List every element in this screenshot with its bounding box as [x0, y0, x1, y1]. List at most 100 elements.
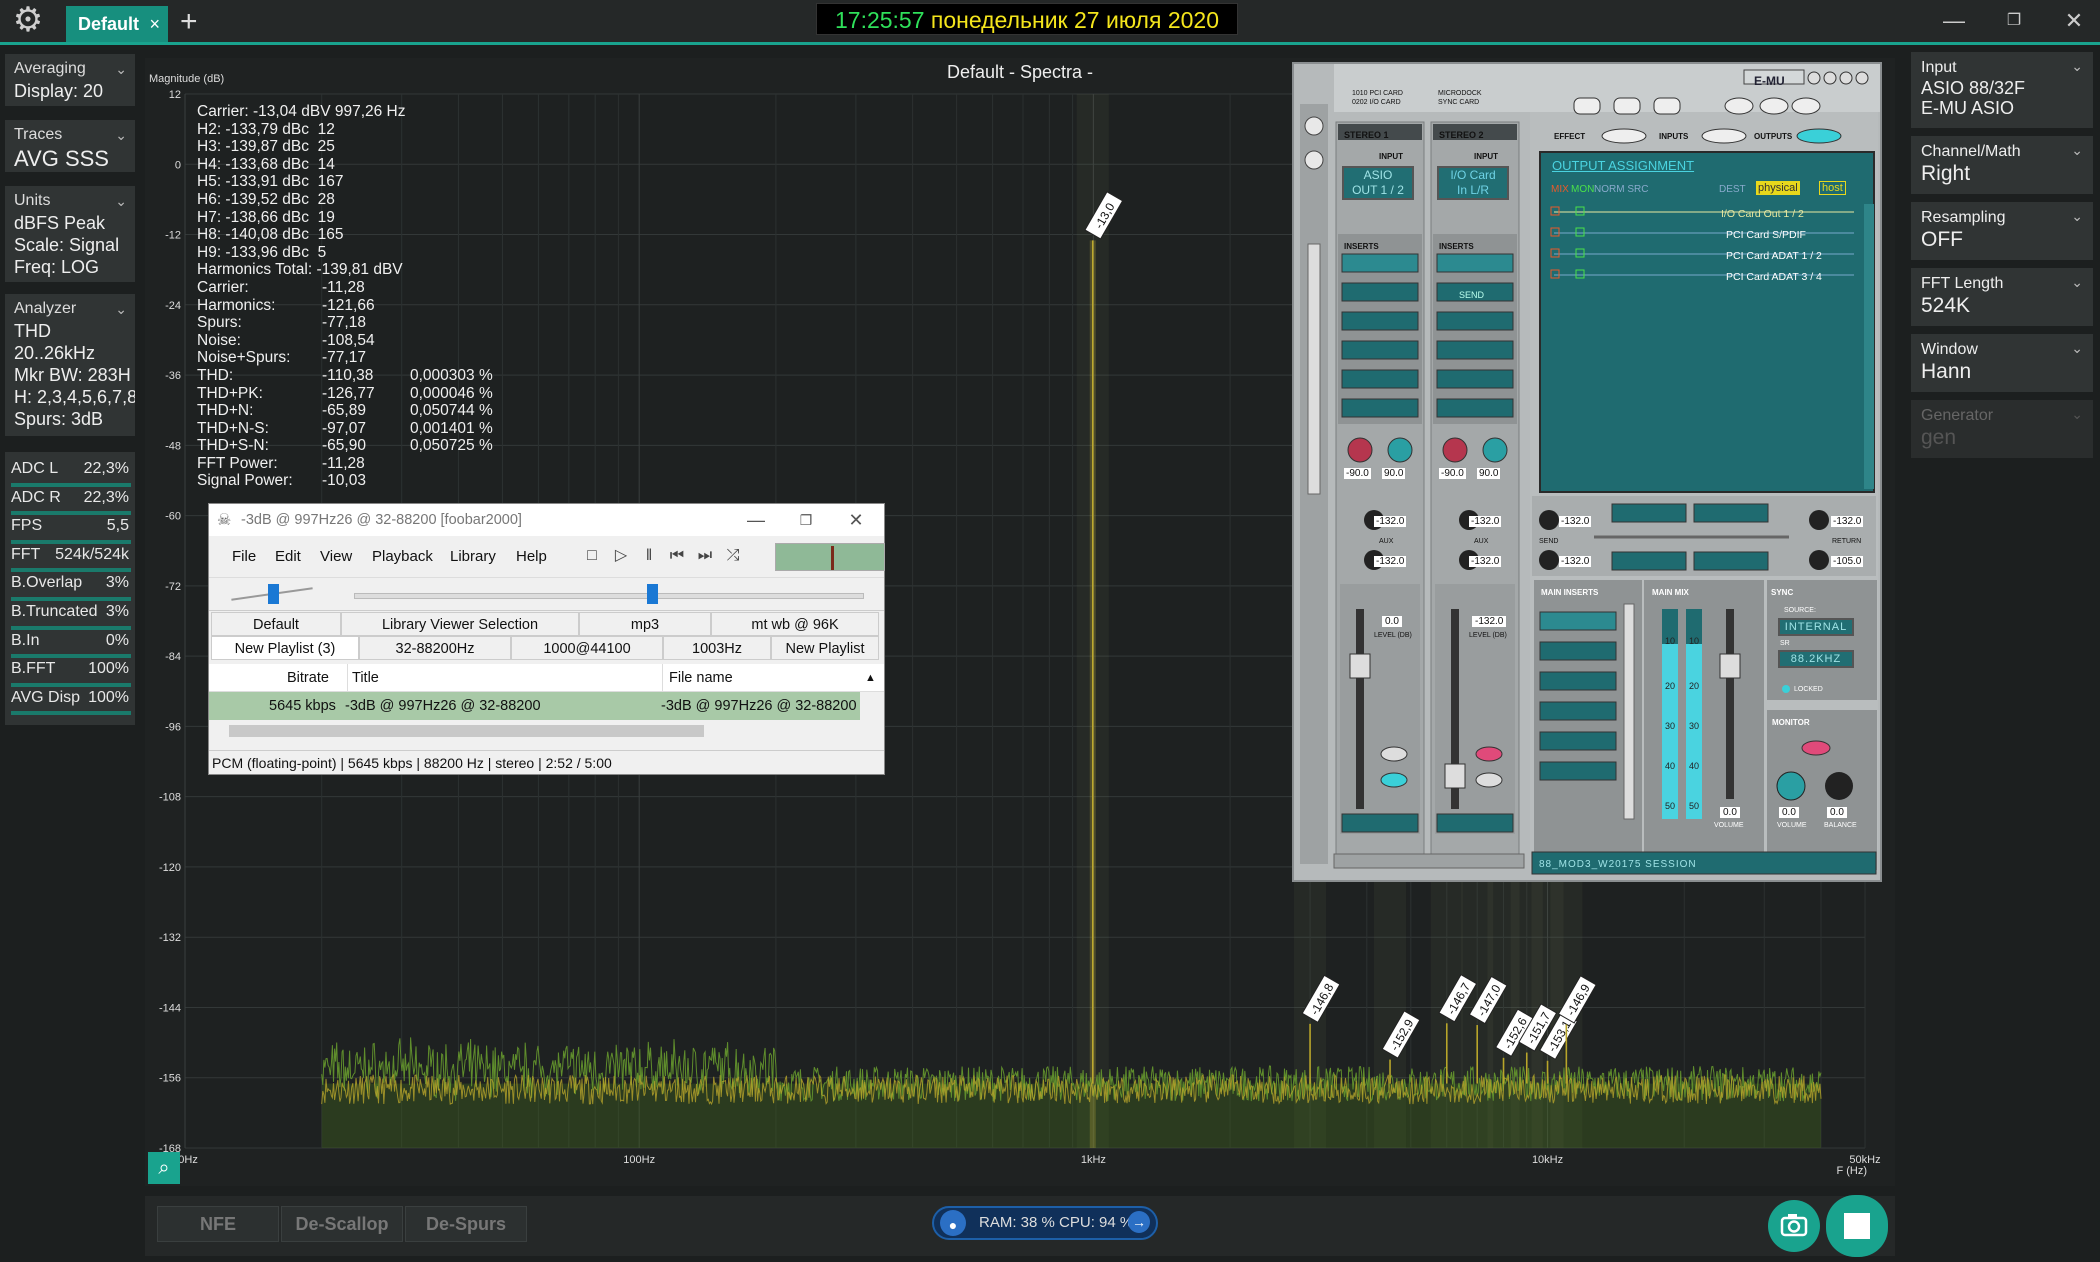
insert-slot[interactable] [1436, 398, 1514, 418]
main-mix-volume-value[interactable]: 0.0 [1720, 807, 1740, 818]
monitor-volume-value[interactable]: 0.0 [1779, 807, 1799, 818]
add-tab-icon[interactable]: + [180, 4, 198, 40]
menu-edit[interactable]: Edit [275, 548, 301, 565]
main-fader-handle[interactable] [1719, 653, 1741, 679]
minimize-icon[interactable]: — [736, 504, 776, 536]
column-bitrate[interactable]: Bitrate [287, 664, 329, 692]
previous-icon[interactable]: ⏮ [667, 546, 687, 566]
emu-toolbar-button[interactable] [1613, 97, 1641, 115]
playlist-tab[interactable]: 1003Hz [663, 636, 771, 660]
pan-l-value[interactable]: -90.0 [1439, 468, 1466, 479]
insert-slot[interactable] [1436, 340, 1514, 360]
resource-indicator[interactable]: ● RAM: 38 % CPU: 94 % → [932, 1206, 1158, 1240]
output-item[interactable]: PCI Card ADAT 3 / 4 [1726, 271, 1822, 283]
pan-knob[interactable] [1442, 437, 1468, 463]
fader-handle[interactable] [1349, 653, 1371, 679]
solo-button[interactable] [1380, 772, 1408, 788]
fader-handle[interactable] [1444, 763, 1466, 789]
emu-toolbar-button[interactable] [1653, 97, 1681, 115]
volume-handle[interactable] [268, 584, 279, 604]
units-panel[interactable]: Units dBFS Peak Scale: Signal Freq: LOG … [5, 186, 135, 282]
main-insert-slot[interactable] [1539, 731, 1617, 751]
playlist-tab[interactable]: 1000@44100 [511, 636, 663, 660]
playlist-tab[interactable]: 32-88200Hz [359, 636, 511, 660]
averaging-panel[interactable]: Averaging Display: 20 ⌄ [5, 54, 135, 106]
emu-window-button[interactable] [1807, 71, 1821, 85]
next-icon[interactable]: ⏭ [695, 546, 715, 566]
strip-scrollbar[interactable] [1333, 853, 1525, 869]
channel-panel[interactable]: Channel/Math Right ⌄ [1911, 136, 2093, 194]
generator-panel[interactable]: Generator gen ⌄ [1911, 400, 2093, 458]
return-value[interactable]: -132.0 [1831, 516, 1864, 527]
insert-slot[interactable] [1341, 253, 1419, 273]
menu-playback[interactable]: Playback [372, 548, 433, 565]
arrow-right-icon[interactable]: → [1128, 1211, 1150, 1233]
main-insert-slot[interactable] [1539, 761, 1617, 781]
send-knob[interactable] [1539, 550, 1559, 570]
solo-button[interactable] [1475, 772, 1503, 788]
insert-slot[interactable] [1436, 369, 1514, 389]
emu-window-button[interactable] [1823, 71, 1837, 85]
insert-slot[interactable] [1436, 253, 1514, 273]
playlist-tab[interactable]: Default [211, 612, 341, 636]
send-value[interactable]: -132.0 [1559, 556, 1592, 567]
close-tab-icon[interactable]: × [149, 6, 160, 42]
main-insert-slot[interactable] [1539, 641, 1617, 661]
microphone-icon[interactable]: ● [940, 1210, 966, 1236]
insert-slot[interactable] [1436, 311, 1514, 331]
restore-icon[interactable]: ❐ [786, 504, 826, 536]
emu-window-button[interactable] [1839, 71, 1853, 85]
stop-icon[interactable]: □ [582, 546, 602, 566]
menu-file[interactable]: File [232, 548, 256, 565]
insert-slot[interactable] [1341, 311, 1419, 331]
emu-top-button[interactable] [1791, 97, 1821, 115]
tab-default[interactable]: Default × [66, 6, 168, 42]
effect-toggle[interactable] [1601, 128, 1647, 144]
traces-panel[interactable]: Traces AVG SSS ⌄ [5, 120, 135, 172]
main-inserts-scroll[interactable] [1623, 603, 1635, 820]
emu-top-button[interactable] [1724, 97, 1754, 115]
emu-rail-button[interactable] [1304, 116, 1324, 136]
playlist-tab[interactable]: mt wb @ 96K [711, 612, 879, 636]
monitor-balance-value[interactable]: 0.0 [1827, 807, 1847, 818]
insert-slot[interactable] [1341, 398, 1419, 418]
scroll-up-icon[interactable]: ▲ [865, 664, 876, 692]
output-scroll[interactable] [1864, 204, 1874, 489]
inputs-tab[interactable]: INPUTS [1659, 132, 1688, 141]
close-window-icon[interactable]: ✕ [2059, 6, 2089, 36]
host-button[interactable]: host [1819, 181, 1846, 195]
restore-icon[interactable]: ❐ [1999, 6, 2029, 36]
emu-window-button[interactable] [1855, 71, 1869, 85]
gear-icon[interactable]: ⚙ [10, 2, 46, 38]
inputs-toggle[interactable] [1701, 128, 1747, 144]
emu-toolbar-button[interactable] [1573, 97, 1601, 115]
aux-value[interactable]: -132.0 [1469, 556, 1502, 567]
main-insert-slot[interactable] [1539, 701, 1617, 721]
emu-rail-button[interactable] [1304, 150, 1324, 170]
minimize-icon[interactable]: — [1939, 6, 1969, 36]
pan-knob[interactable] [1482, 437, 1508, 463]
outputs-tab[interactable]: OUTPUTS [1754, 132, 1792, 141]
playlist-tab-active[interactable]: New Playlist (3) [211, 636, 359, 660]
de-scallop-button[interactable]: De-Scallop [281, 1206, 403, 1242]
mute-button[interactable] [1380, 746, 1408, 762]
aux-value[interactable]: -132.0 [1374, 516, 1407, 527]
effect-tab[interactable]: EFFECT [1554, 132, 1585, 141]
return-knob[interactable] [1809, 510, 1829, 530]
physical-button[interactable]: physical [1756, 181, 1800, 195]
pan-knob[interactable] [1387, 437, 1413, 463]
play-icon[interactable]: ▷ [611, 546, 631, 566]
insert-slot[interactable] [1341, 282, 1419, 302]
close-window-icon[interactable]: ✕ [836, 504, 876, 536]
resampling-panel[interactable]: Resampling OFF ⌄ [1911, 202, 2093, 260]
aux-value[interactable]: -132.0 [1469, 516, 1502, 527]
column-title[interactable]: Title [347, 664, 379, 692]
seek-bar[interactable] [354, 593, 864, 599]
nfe-button[interactable]: NFE [157, 1206, 279, 1242]
playlist-tab[interactable]: Library Viewer Selection [341, 612, 579, 636]
monitor-mute-button[interactable] [1801, 740, 1831, 756]
fft-length-panel[interactable]: FFT Length 524K ⌄ [1911, 268, 2093, 326]
level-value[interactable]: -132.0 [1472, 616, 1507, 627]
output-item[interactable]: PCI Card ADAT 1 / 2 [1726, 250, 1822, 262]
pan-r-value[interactable]: 90.0 [1477, 468, 1501, 479]
